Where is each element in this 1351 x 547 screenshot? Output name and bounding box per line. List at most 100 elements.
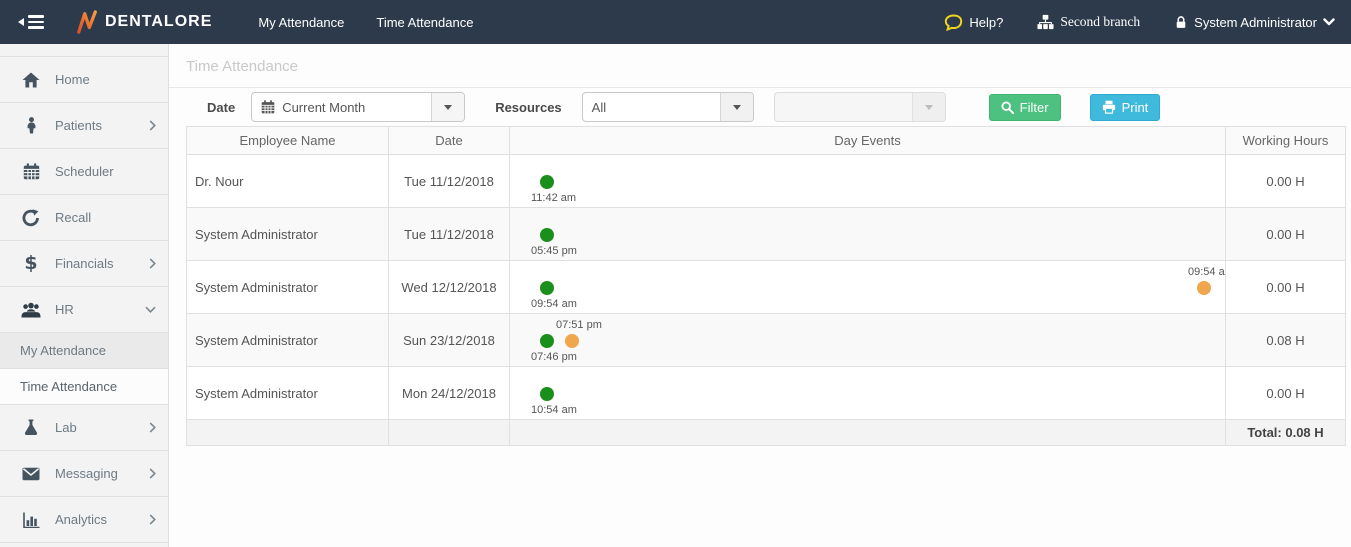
sidebar-item-messaging[interactable]: Messaging xyxy=(0,451,168,497)
sidebar-collapse-button[interactable] xyxy=(14,11,48,33)
sidebar-item-label: Messaging xyxy=(55,466,149,481)
event-time-label: 07:51 pm xyxy=(556,319,602,331)
branch-selector[interactable]: Second branch xyxy=(1037,14,1140,30)
printer-icon xyxy=(1102,100,1116,114)
date-range-value: Current Month xyxy=(282,100,365,115)
chevron-down-icon xyxy=(1323,18,1335,26)
brand-logo-icon xyxy=(76,8,98,36)
sidebar-item-label: Scheduler xyxy=(55,164,156,179)
day-events-cell: 05:45 pm xyxy=(510,208,1225,260)
sidebar-item-label: HR xyxy=(55,302,145,317)
day-events-cell: 10:54 am xyxy=(510,367,1225,419)
sidebar: Home Patients xyxy=(0,44,169,547)
sidebar-item-label: Home xyxy=(55,72,156,87)
employee-name-cell: Dr. Nour xyxy=(187,155,389,208)
check-in-dot xyxy=(540,281,554,295)
sidebar-item-hr[interactable]: HR xyxy=(0,287,168,333)
analytics-icon xyxy=(20,512,42,528)
recall-icon xyxy=(20,209,42,227)
col-header-working-hours: Working Hours xyxy=(1226,127,1346,155)
arrow-left-icon xyxy=(18,18,24,26)
user-menu[interactable]: System Administrator xyxy=(1174,14,1335,30)
lock-icon xyxy=(1174,14,1188,30)
main-nav: My Attendance Time Attendance xyxy=(246,7,485,38)
sidebar-item-label: Patients xyxy=(55,118,149,133)
event-time-label: 11:42 am xyxy=(531,192,576,204)
hamburger-icon xyxy=(28,15,44,29)
event-time-label: 09:54 am xyxy=(1188,266,1225,278)
sidebar-item-label: Recall xyxy=(55,210,156,225)
date-range-combobox[interactable]: Current Month xyxy=(251,92,465,122)
employee-name-cell: System Administrator xyxy=(187,367,389,420)
sidebar-item-home[interactable]: Home xyxy=(0,57,168,103)
lab-icon xyxy=(20,419,42,436)
employee-name-cell: System Administrator xyxy=(187,208,389,261)
resources-dropdown-button[interactable] xyxy=(720,93,753,121)
sidebar-item-my-attendance[interactable]: My Attendance xyxy=(0,333,168,369)
search-icon xyxy=(1001,101,1014,114)
nav-item-time-attendance[interactable]: Time Attendance xyxy=(364,7,485,38)
user-label: System Administrator xyxy=(1194,15,1317,30)
total-working-hours: Total: 0.08 H xyxy=(1226,420,1346,446)
working-hours-cell: 0.00 H xyxy=(1226,208,1346,261)
working-hours-cell: 0.00 H xyxy=(1226,155,1346,208)
check-in-dot xyxy=(540,228,554,242)
help-link[interactable]: Help? xyxy=(944,14,1003,31)
resources-label: Resources xyxy=(495,100,561,115)
brand[interactable]: DENTALORE xyxy=(76,8,212,36)
sidebar-item-label: My Attendance xyxy=(20,343,156,358)
chevron-right-icon xyxy=(149,468,156,479)
home-icon xyxy=(20,72,42,88)
table-row: System Administrator Sun 23/12/2018 07:4… xyxy=(187,314,1346,367)
help-label: Help? xyxy=(969,15,1003,30)
chevron-right-icon xyxy=(149,422,156,433)
disabled-dropdown-button xyxy=(912,93,945,121)
sidebar-item-lab[interactable]: Lab xyxy=(0,405,168,451)
employee-name-cell: System Administrator xyxy=(187,314,389,367)
sidebar-item-financials[interactable]: $ Financials xyxy=(0,241,168,287)
sidebar-item-analytics[interactable]: Analytics xyxy=(0,497,168,543)
dollar-icon: $ xyxy=(20,254,42,273)
main-content: Time Attendance Date Current Month Resou… xyxy=(169,44,1351,547)
working-hours-cell: 0.00 H xyxy=(1226,367,1346,420)
check-in-dot xyxy=(540,175,554,189)
sidebar-item-patients[interactable]: Patients xyxy=(0,103,168,149)
nav-item-my-attendance[interactable]: My Attendance xyxy=(246,7,356,38)
table-total-row: Total: 0.08 H xyxy=(187,420,1346,446)
filter-bar: Date Current Month Resources All xyxy=(169,88,1351,126)
working-hours-cell: 0.08 H xyxy=(1226,314,1346,367)
filter-button[interactable]: Filter xyxy=(989,94,1061,121)
date-range-dropdown-button[interactable] xyxy=(431,93,464,121)
col-header-employee-name: Employee Name xyxy=(187,127,389,155)
calendar-icon xyxy=(20,163,42,180)
employee-name-cell: System Administrator xyxy=(187,261,389,314)
check-out-dot xyxy=(565,334,579,348)
date-label: Date xyxy=(207,100,235,115)
print-button[interactable]: Print xyxy=(1090,94,1161,121)
sidebar-item-recall[interactable]: Recall xyxy=(0,195,168,241)
app-window: DENTALORE My Attendance Time Attendance … xyxy=(0,0,1351,547)
table-row: System Administrator Tue 11/12/2018 05:4… xyxy=(187,208,1346,261)
check-in-dot xyxy=(540,387,554,401)
branch-icon xyxy=(1037,14,1054,30)
date-cell: Tue 11/12/2018 xyxy=(389,155,510,208)
day-events-cell: 09:54 am 09:54 am xyxy=(510,261,1225,313)
event-time-label: 07:46 pm xyxy=(531,351,577,363)
working-hours-cell: 0.00 H xyxy=(1226,261,1346,314)
table-row: System Administrator Wed 12/12/2018 09:5… xyxy=(187,261,1346,314)
chevron-right-icon xyxy=(149,258,156,269)
sidebar-item-scheduler[interactable]: Scheduler xyxy=(0,149,168,195)
caret-down-icon xyxy=(925,105,933,110)
filter-button-label: Filter xyxy=(1020,100,1049,115)
check-in-dot xyxy=(540,334,554,348)
caret-down-icon xyxy=(444,105,452,110)
date-cell: Wed 12/12/2018 xyxy=(389,261,510,314)
resources-value: All xyxy=(592,100,606,115)
sidebar-item-time-attendance[interactable]: Time Attendance xyxy=(0,369,168,405)
caret-down-icon xyxy=(733,105,741,110)
messaging-icon xyxy=(20,467,42,481)
sidebar-item-label: Lab xyxy=(55,420,149,435)
resources-combobox[interactable]: All xyxy=(582,92,754,122)
sidebar-item-label: Time Attendance xyxy=(20,379,156,394)
event-time-label: 09:54 am xyxy=(531,298,577,310)
